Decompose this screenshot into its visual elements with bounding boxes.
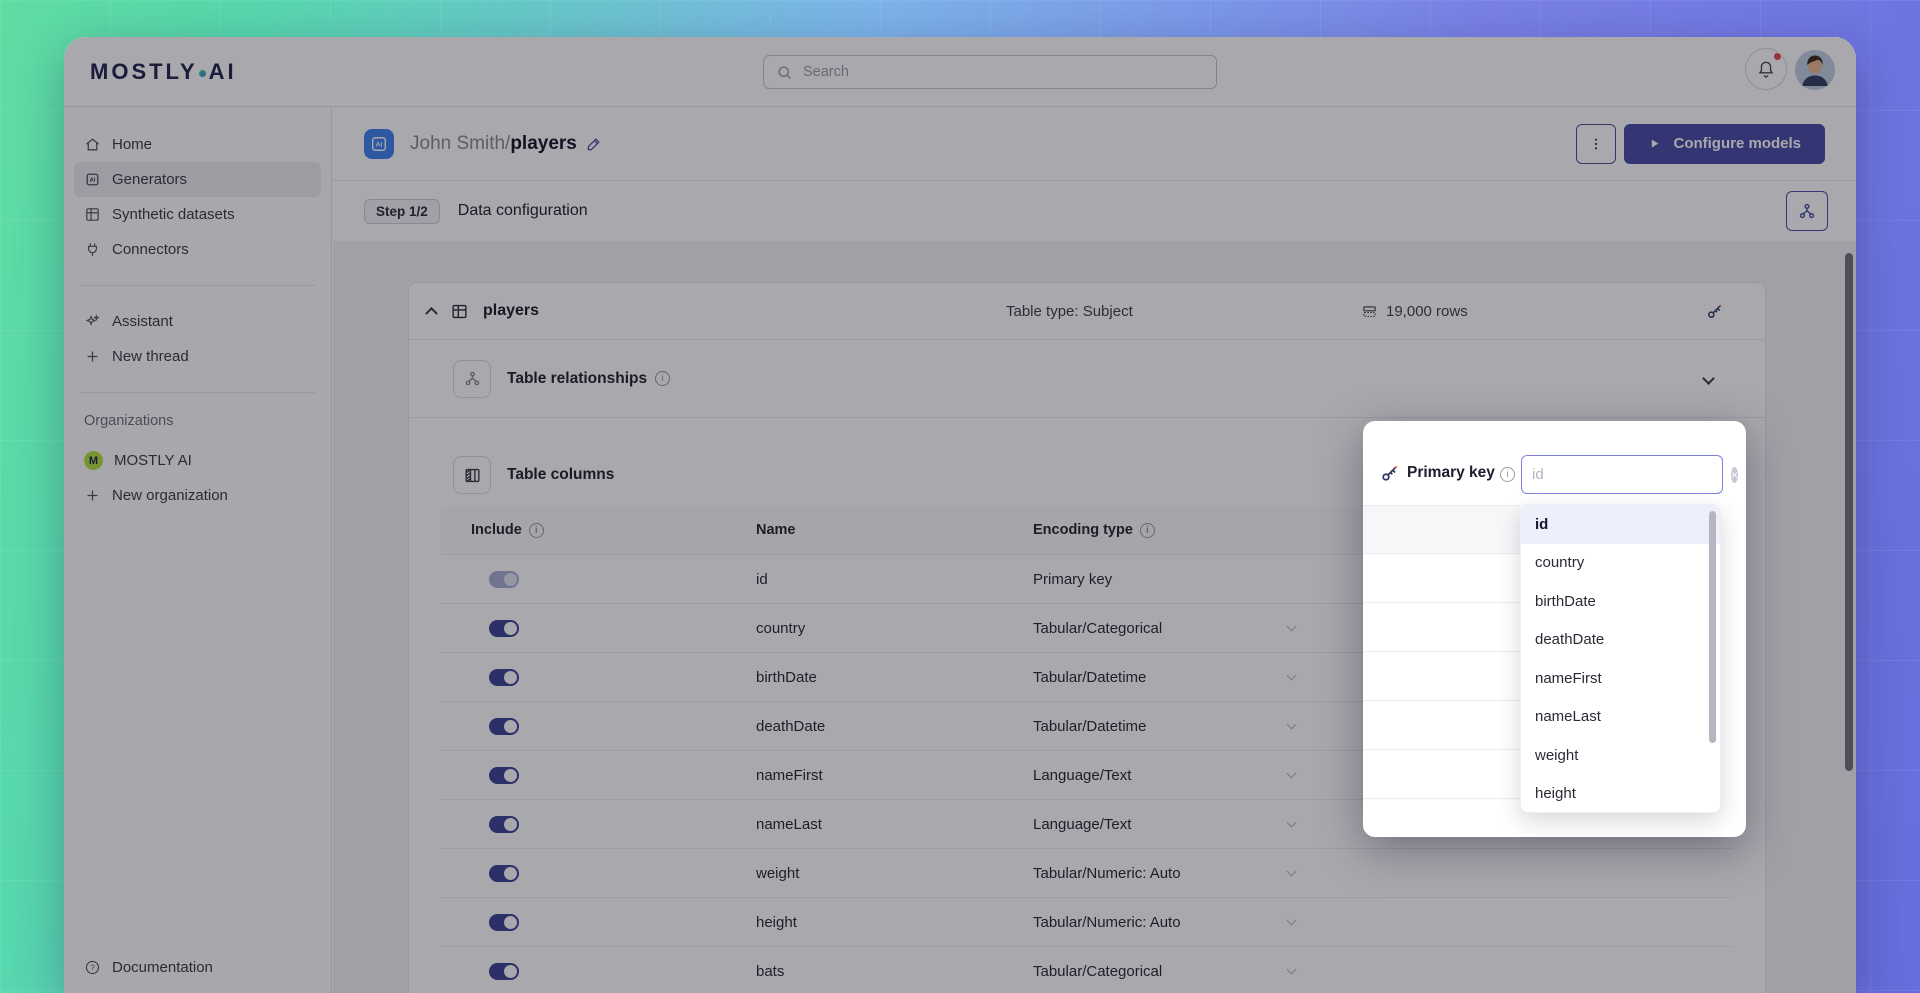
dropdown-scrollbar-thumb[interactable] bbox=[1709, 511, 1716, 743]
key-icon bbox=[1379, 463, 1400, 484]
dropdown-option[interactable]: nameFirst bbox=[1521, 659, 1720, 698]
primary-key-popover: Primary key idcountrybirthDatedeathDaten… bbox=[1363, 421, 1746, 837]
primary-key-label: Primary key bbox=[1407, 464, 1495, 482]
primary-key-input-wrapper bbox=[1521, 455, 1723, 494]
dropdown-option[interactable]: weight bbox=[1521, 736, 1720, 775]
clear-input-icon[interactable] bbox=[1731, 467, 1738, 483]
dropdown-option[interactable]: id bbox=[1521, 505, 1720, 544]
dropdown-option[interactable]: nameLast bbox=[1521, 698, 1720, 737]
app-window: MOSTLY AI Home bbox=[64, 37, 1856, 993]
primary-key-field-row: Primary key bbox=[1363, 455, 1746, 495]
dropdown-option[interactable]: height bbox=[1521, 775, 1720, 814]
dropdown-option[interactable]: birthDate bbox=[1521, 582, 1720, 621]
dropdown-options: idcountrybirthDatedeathDatenameFirstname… bbox=[1521, 505, 1720, 813]
revealed-table-rows bbox=[1363, 505, 1520, 811]
primary-key-dropdown: idcountrybirthDatedeathDatenameFirstname… bbox=[1520, 504, 1721, 813]
primary-key-input[interactable] bbox=[1532, 466, 1731, 483]
dropdown-option[interactable]: country bbox=[1521, 544, 1720, 583]
info-icon bbox=[1500, 467, 1515, 482]
dropdown-option[interactable]: deathDate bbox=[1521, 621, 1720, 660]
